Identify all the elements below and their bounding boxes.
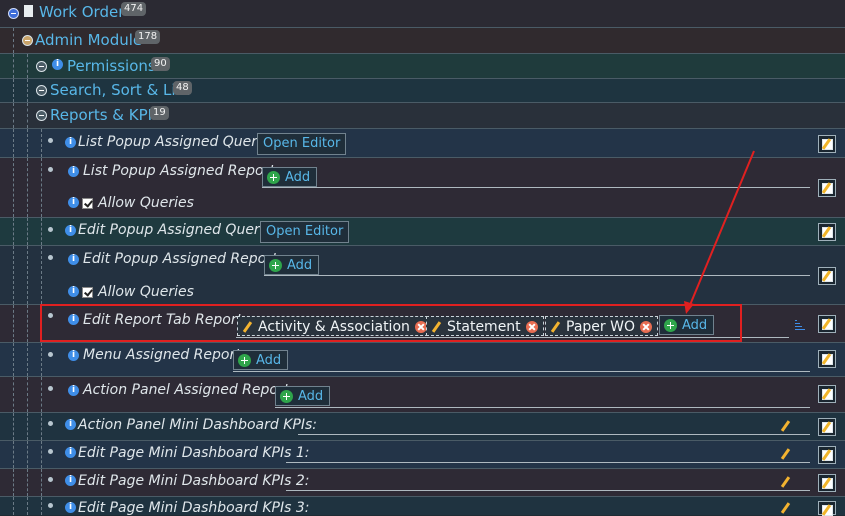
annotation-arrow <box>684 150 755 314</box>
